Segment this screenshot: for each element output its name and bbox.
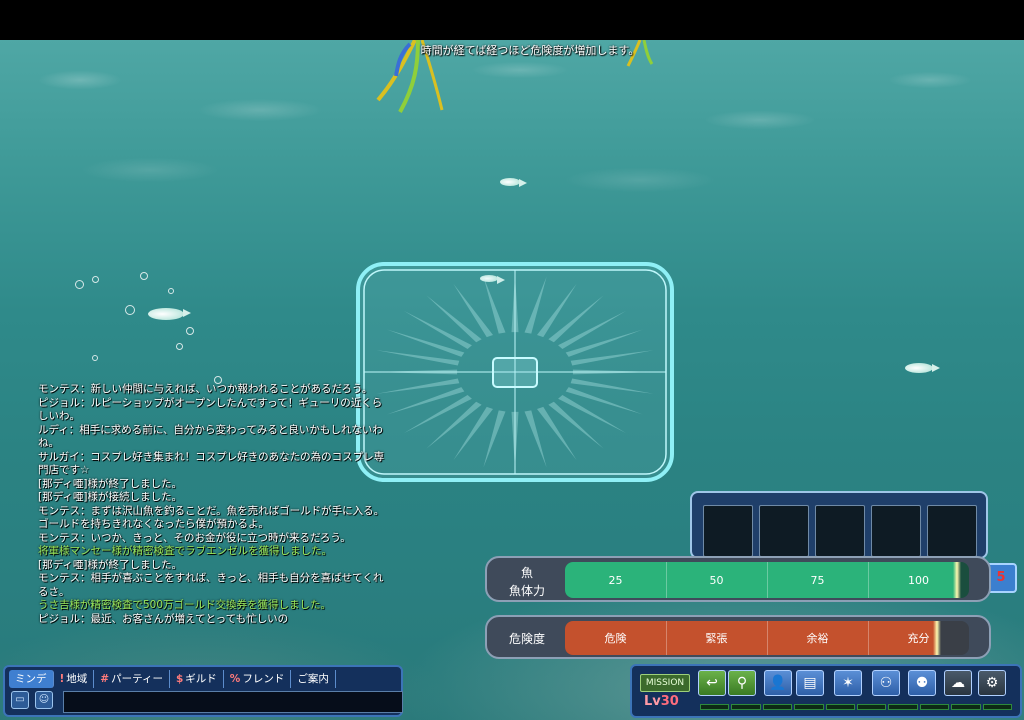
- top-black-bar: [0, 0, 1024, 40]
- chat-input[interactable]: [63, 691, 403, 713]
- chat-line: [那ディ唖]様が接続しました。: [38, 491, 182, 503]
- character-icon[interactable]: ⚲: [728, 670, 756, 696]
- chat-line: モンテス：いつか、きっと、そのお金が役に立つ時が来るだろう。: [38, 531, 351, 544]
- emote-icon[interactable]: ☺: [35, 691, 53, 709]
- chat-tab[interactable]: $ ギルド: [170, 670, 224, 688]
- chat-line: サルガイ：コスプレ好き集まれ！コスプレ好きのあなたの為のコスプレ専門店です☆: [38, 450, 385, 477]
- danger-tick-label: 余裕: [806, 632, 829, 645]
- chat-tab[interactable]: % フレンド: [224, 670, 292, 688]
- bubble: [75, 280, 84, 289]
- chat-tab-label: 地域: [66, 673, 88, 685]
- chat-tab-key: $: [175, 673, 184, 685]
- level-prefix: Lv: [644, 694, 661, 709]
- danger-marker: [932, 621, 941, 655]
- bubble: [125, 305, 135, 315]
- main-menu-panel: MISSION Lv30 ↩ ⚲ 👤 ▤ ✶ ⚇ ⚉ ☁ ⚙: [630, 664, 1022, 718]
- fishing-reticle: [356, 262, 674, 482]
- item-slot-panel: [690, 491, 988, 559]
- item-slot[interactable]: [703, 505, 753, 557]
- experience-bar: [700, 704, 1013, 710]
- water-surface-light: [0, 40, 1024, 240]
- chat-line: モンテス：相手が喜ぶことをすれば、きっと、相手も自分を喜ばせてくれるさ。: [38, 572, 384, 598]
- inventory-icon[interactable]: ▤: [796, 670, 824, 696]
- level-value: 30: [660, 694, 679, 709]
- bubble: [186, 327, 194, 335]
- bubble: [176, 343, 183, 350]
- fish: [148, 308, 191, 320]
- chat-line: [那ディ唖]様が終了しました。: [38, 558, 182, 571]
- danger-bar: 危険 緊張 余裕 充分: [565, 621, 969, 655]
- return-icon[interactable]: ↩: [698, 670, 726, 696]
- chat-log: モンテス：新しい仲間に与えれば、いつか報われることがあるだろう。 ピジョル：ルピー…: [38, 383, 388, 626]
- party-icon[interactable]: ⚉: [908, 670, 936, 696]
- danger-gauge: 危険度 危険 緊張 余裕 充分: [485, 615, 991, 659]
- danger-tick-label: 危険: [604, 632, 627, 645]
- chat-tab-label: ミンデ: [15, 673, 47, 685]
- chat-tab-label: フレンド: [242, 673, 285, 685]
- chat-tab-key: #: [100, 673, 110, 685]
- fish-tick-label: 50: [709, 573, 724, 587]
- chat-tab-key: !: [59, 673, 65, 685]
- chat-tabs: ミンデ! 地域 # パーティー $ ギルド% フレンド ご案内: [9, 670, 397, 688]
- settings-gear-icon[interactable]: ⚙: [978, 670, 1006, 696]
- fish-marker: [952, 562, 961, 598]
- chat-tab[interactable]: ご案内: [291, 670, 336, 688]
- fish-tick-label: 75: [810, 573, 825, 587]
- danger-tick-label: 緊張: [705, 632, 728, 645]
- fish-stamina-bar: 25 50 75 100: [565, 562, 969, 598]
- chat-tab-label: ギルド: [185, 673, 217, 685]
- chat-panel: ミンデ! 地域 # パーティー $ ギルド% フレンド ご案内 ▭ ☺: [3, 665, 403, 717]
- skill-icon[interactable]: ✶: [834, 670, 862, 696]
- mission-button[interactable]: MISSION: [640, 674, 690, 692]
- item-slot[interactable]: [927, 505, 977, 557]
- chat-line: 将軍様マンセー様が精密検査でラブエンゼルを獲得しました。: [38, 545, 332, 557]
- notice-text: 時間が経てば経つほど危険度が増加します。: [420, 44, 640, 57]
- danger-tick-label: 充分: [907, 632, 930, 645]
- chat-line: ピジョル：最近、お客さんが増えてとっても忙しいの: [38, 612, 289, 625]
- chat-tab-label: ご案内: [297, 673, 329, 685]
- fish: [905, 363, 940, 373]
- item-slot[interactable]: [871, 505, 921, 557]
- profile-icon[interactable]: 👤: [764, 670, 792, 696]
- fish-stamina-gauge: 魚 魚体力 25 50 75 100: [485, 556, 991, 602]
- chat-tab-label: パーティー: [111, 673, 163, 685]
- chat-line: モンテス：新しい仲間に与えれば、いつか報われることがあるだろう。: [38, 383, 373, 395]
- bubble: [92, 276, 99, 283]
- bubble: [140, 272, 148, 280]
- fish-label: 魚: [520, 566, 533, 580]
- fish: [500, 178, 527, 187]
- window-icon[interactable]: ▭: [11, 691, 29, 709]
- bubble: [92, 355, 98, 361]
- chat-line: モンテス：まずは沢山魚を釣ることだ。魚を売ればゴールドが手に入る。ゴールドを持ち…: [38, 504, 385, 531]
- fish-tick-label: 25: [608, 573, 623, 587]
- chat-line: [那ディ唖]様が終了しました。: [38, 477, 182, 490]
- chat-bubble-icon[interactable]: ☁: [944, 670, 972, 696]
- chat-line: ルディ：相手に求める前に、自分から変わってみると良いかもしれないわね。: [38, 423, 383, 450]
- chat-tab-key: %: [229, 673, 241, 685]
- party-add-icon[interactable]: ⚇: [872, 670, 900, 696]
- chat-tab[interactable]: ! 地域: [54, 670, 95, 688]
- level-display: Lv30: [644, 694, 679, 709]
- bubble: [168, 288, 174, 294]
- fish-stamina-label: 魚体力: [508, 584, 545, 598]
- danger-label: 危険度: [508, 632, 545, 646]
- item-slot[interactable]: [815, 505, 865, 557]
- chat-line: ピジョル：ルピーショップがオープンしたんですって！ギューリの近くらしいわ。: [38, 396, 383, 423]
- item-slot[interactable]: [759, 505, 809, 557]
- chat-line: うさ吉様が精密検査で500万ゴールド交換券を獲得しました。: [38, 599, 332, 611]
- chat-tab[interactable]: # パーティー: [94, 670, 170, 688]
- chat-tab[interactable]: ミンデ: [9, 670, 54, 688]
